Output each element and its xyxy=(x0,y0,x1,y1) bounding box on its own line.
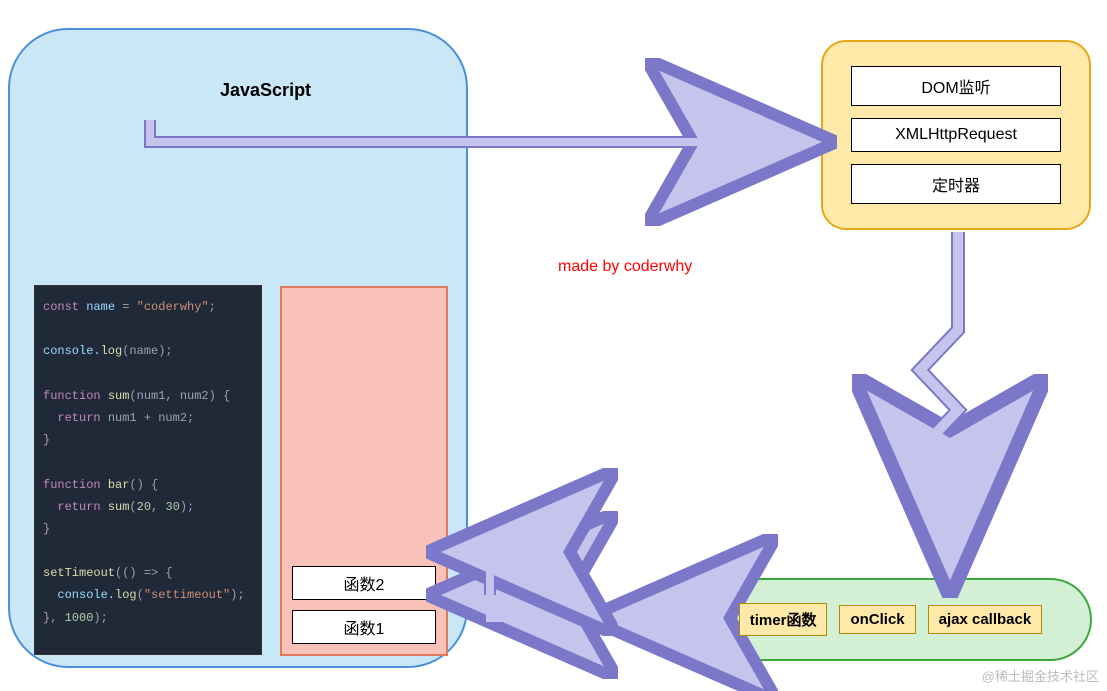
queue-item-ajax: ajax callback xyxy=(928,605,1043,634)
api-item-dom: DOM监听 xyxy=(851,66,1061,106)
callback-queue: timer函数 onClick ajax callback xyxy=(689,578,1092,661)
javascript-container: JavaScript const name = "coderwhy";conso… xyxy=(8,28,468,668)
stack-item: 函数2 xyxy=(292,566,436,600)
javascript-title: JavaScript xyxy=(220,80,311,101)
watermark-text: made by coderwhy xyxy=(558,258,692,276)
call-stack: 函数2 函数1 xyxy=(280,286,448,656)
queue-item-onclick: onClick xyxy=(839,605,915,634)
api-item-timer: 定时器 xyxy=(851,164,1061,204)
stack-item: 函数1 xyxy=(292,610,436,644)
web-apis-box: DOM监听 XMLHttpRequest 定时器 xyxy=(821,40,1091,230)
gear-icon xyxy=(525,578,595,648)
queue-item-timer: timer函数 xyxy=(739,603,828,636)
footer-watermark: @稀土掘金技术社区 xyxy=(982,666,1099,685)
api-item-xhr: XMLHttpRequest xyxy=(851,118,1061,152)
code-editor: const name = "coderwhy";console.log(name… xyxy=(34,285,262,655)
